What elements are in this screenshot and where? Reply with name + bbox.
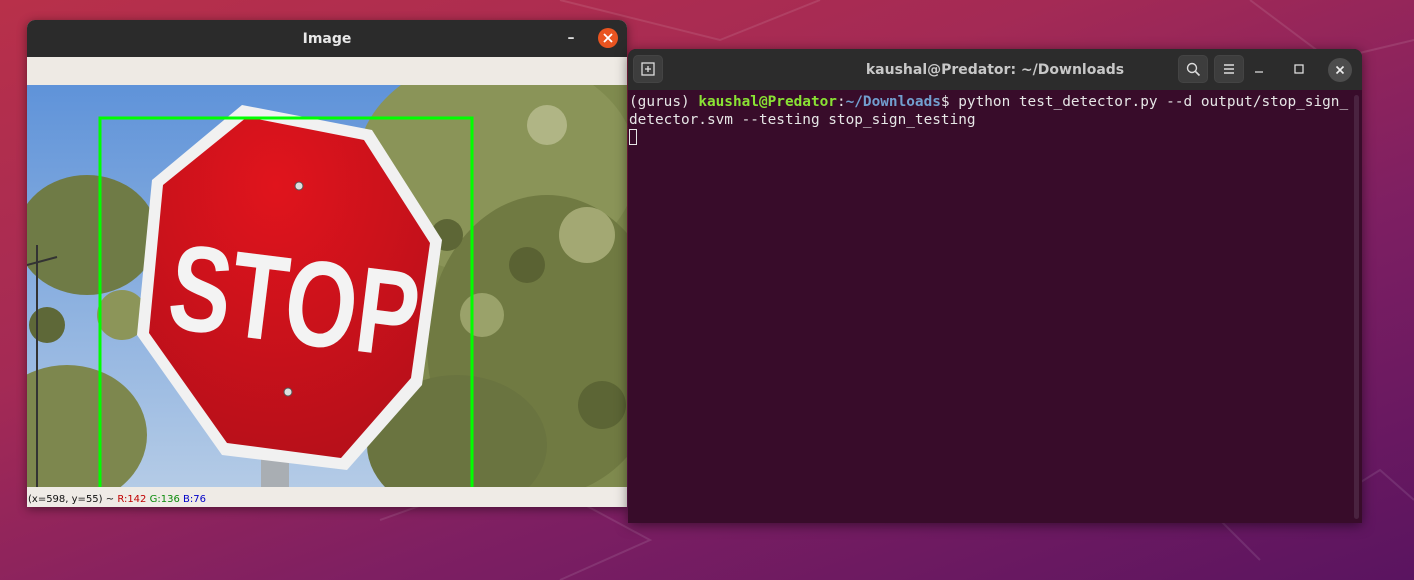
close-icon <box>603 33 613 43</box>
prompt-separator: : <box>836 94 846 110</box>
new-tab-icon <box>641 62 655 76</box>
minimize-icon <box>1255 71 1263 73</box>
menu-button[interactable] <box>1214 55 1244 83</box>
maximize-button[interactable] <box>1284 55 1314 83</box>
terminal-output[interactable]: (gurus) kaushal@Predator:~/Downloads$ py… <box>628 90 1352 523</box>
image-toolbar <box>27 57 627 86</box>
hamburger-icon <box>1224 64 1234 74</box>
minimize-button[interactable] <box>1244 55 1274 83</box>
prompt-path: ~/Downloads <box>845 94 941 110</box>
close-button[interactable] <box>1328 58 1352 82</box>
maximize-icon <box>1294 64 1304 74</box>
minimize-button[interactable]: – <box>560 27 582 49</box>
image-window[interactable]: Image – STOP (x=598, y=55) ~ R:142 G:136… <box>27 20 627 507</box>
terminal-scrollbar[interactable] <box>1354 95 1359 519</box>
terminal-cursor <box>629 129 637 145</box>
image-window-titlebar[interactable]: Image – <box>27 20 627 57</box>
search-button[interactable] <box>1178 55 1208 83</box>
pixel-blue: B:76 <box>183 494 206 505</box>
close-button[interactable] <box>598 28 618 48</box>
image-window-title: Image <box>302 30 352 47</box>
prompt-user-host: kaushal@Predator <box>698 94 837 110</box>
prompt-env: (gurus) <box>629 94 699 110</box>
prompt-symbol: $ <box>940 94 959 110</box>
pixel-red: R:142 <box>117 494 147 505</box>
close-icon <box>1335 65 1345 75</box>
terminal-window[interactable]: kaushal@Predator: ~/Downloads (gurus) ka… <box>628 49 1362 523</box>
image-status-bar: (x=598, y=55) ~ R:142 G:136 B:76 <box>27 487 627 507</box>
minimize-icon: – <box>567 30 575 46</box>
pixel-coords: (x=598, y=55) ~ <box>28 494 115 505</box>
terminal-titlebar[interactable]: kaushal@Predator: ~/Downloads <box>628 49 1362 90</box>
search-icon <box>1186 62 1200 76</box>
new-tab-button[interactable] <box>633 55 663 83</box>
pixel-green: G:136 <box>149 494 180 505</box>
terminal-title: kaushal@Predator: ~/Downloads <box>865 61 1125 78</box>
image-canvas[interactable]: STOP <box>27 85 627 487</box>
